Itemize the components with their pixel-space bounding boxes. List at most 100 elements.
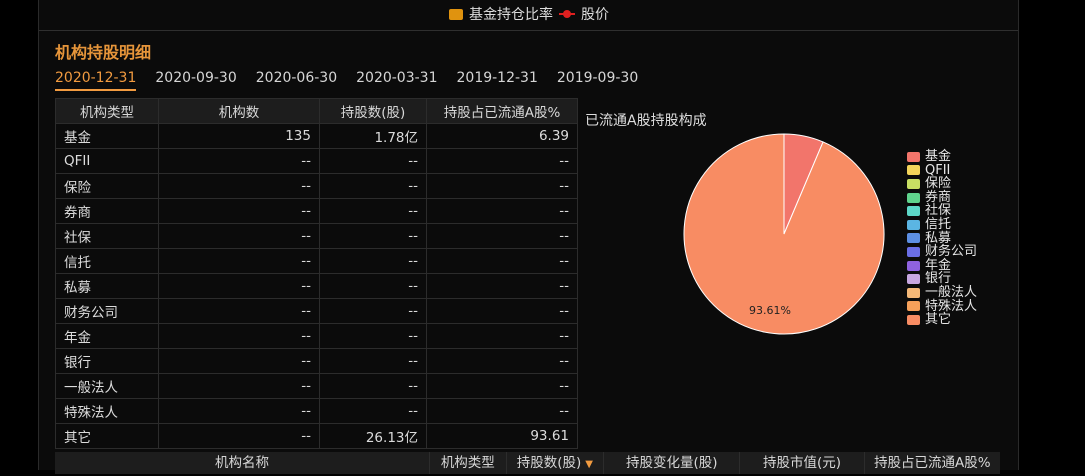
table-cell: -- (426, 248, 578, 274)
pie-legend-item[interactable]: 保险 (907, 177, 977, 191)
tab-date-4[interactable]: 2019-12-31 (457, 70, 538, 91)
date-tabs: 2020-12-31 2020-09-30 2020-06-30 2020-03… (55, 70, 638, 91)
tab-date-5[interactable]: 2019-09-30 (557, 70, 638, 91)
table-cell: -- (319, 198, 427, 224)
institution-table-body: 基金 135 1.78亿 6.39 QFII -- -- -- 保险 -- -- -- 券商 -- -- --… (55, 123, 578, 449)
pie-legend-item[interactable]: 其它 (907, 313, 977, 327)
table-cell: 一般法人 (55, 373, 159, 399)
pie-legend-label: 银行 (925, 271, 952, 287)
sort-down-icon[interactable]: ▼ (585, 459, 593, 470)
table-cell: -- (426, 373, 578, 399)
table-cell: -- (319, 173, 427, 199)
legend-swatch-icon (907, 314, 920, 325)
table-cell: -- (158, 398, 320, 424)
legend-swatch-icon (907, 206, 920, 217)
table-cell: -- (158, 148, 320, 174)
pie-legend-label: 年金 (925, 257, 952, 273)
table-cell: 26.13亿 (319, 423, 427, 449)
table-cell: -- (426, 398, 578, 424)
pie-legend-item[interactable]: 基金 (907, 150, 977, 164)
col-header-type: 机构类型 (55, 98, 159, 124)
table-row: 年金 -- -- -- (55, 323, 578, 349)
col-header-ratio: 持股占已流通A股% (426, 98, 578, 124)
col-header-holder-value: 持股市值(元) (740, 452, 865, 474)
main-panel: 基金持仓比率 股价 机构持股明细 2020-12-31 2020-09-30 2… (38, 0, 1019, 474)
table-cell: 93.61 (426, 423, 578, 449)
pie-legend-item[interactable]: 一般法人 (907, 286, 977, 300)
table-cell: -- (426, 323, 578, 349)
fund-ratio-swatch-icon (449, 8, 463, 20)
pie-data-label: 93.61% (749, 304, 791, 317)
pie-legend-item[interactable]: 银行 (907, 272, 977, 286)
table-cell: 社保 (55, 223, 159, 249)
pie-legend-label: 保险 (925, 176, 952, 192)
table-cell: -- (158, 423, 320, 449)
table-row: 银行 -- -- -- (55, 348, 578, 374)
table-cell: -- (426, 298, 578, 324)
table-cell: 信托 (55, 248, 159, 274)
col-header-shares: 持股数(股) (319, 98, 427, 124)
col-header-holder-name: 机构名称 (55, 452, 431, 474)
table-cell: -- (158, 248, 320, 274)
holding-pie-chart: 93.61% (683, 133, 885, 335)
table-cell: 财务公司 (55, 298, 159, 324)
col-header-count: 机构数 (158, 98, 320, 124)
table-cell: 135 (158, 123, 320, 149)
table-row: 一般法人 -- -- -- (55, 373, 578, 399)
price-legend-label[interactable]: 股价 (581, 4, 609, 24)
institution-table: 机构类型 机构数 持股数(股) 持股占已流通A股% 基金 135 1.78亿 6.39… (55, 98, 578, 449)
tab-date-1[interactable]: 2020-09-30 (155, 70, 236, 91)
fund-ratio-legend-label[interactable]: 基金持仓比率 (469, 4, 553, 24)
col-header-holder-type: 机构类型 (430, 452, 507, 474)
table-row: 其它 -- 26.13亿 93.61 (55, 423, 578, 449)
legend-swatch-icon (907, 151, 920, 162)
pie-legend-item[interactable]: QFII (907, 163, 977, 178)
pie-legend-label: 财务公司 (925, 244, 978, 260)
table-cell: 特殊法人 (55, 398, 159, 424)
tab-date-3[interactable]: 2020-03-31 (356, 70, 437, 91)
pie-legend-label: 其它 (925, 312, 952, 328)
tab-date-2[interactable]: 2020-06-30 (256, 70, 337, 91)
legend-swatch-icon (907, 233, 920, 244)
table-cell: 1.78亿 (319, 123, 427, 149)
table-cell: 其它 (55, 423, 159, 449)
table-row: 基金 135 1.78亿 6.39 (55, 123, 578, 149)
pie-legend-item[interactable]: 财务公司 (907, 245, 977, 259)
top-legend: 基金持仓比率 股价 (449, 4, 609, 24)
pie-legend-label: 社保 (925, 203, 952, 219)
table-cell: -- (426, 173, 578, 199)
table-row: 社保 -- -- -- (55, 223, 578, 249)
pie-legend-label: 信托 (925, 216, 952, 232)
legend-swatch-icon (907, 274, 920, 285)
table-cell: -- (319, 398, 427, 424)
table-cell: -- (426, 223, 578, 249)
col-header-holder-shares[interactable]: 持股数(股) ▼ (507, 452, 605, 474)
table-cell: -- (158, 298, 320, 324)
holder-table-header: 机构名称 机构类型 持股数(股) ▼ 持股变化量(股) 持股市值(元) 持股占已流… (55, 452, 1000, 474)
table-cell: -- (319, 148, 427, 174)
table-cell: 基金 (55, 123, 159, 149)
table-cell: -- (158, 223, 320, 249)
pie-legend-item[interactable]: 社保 (907, 204, 977, 218)
pie-legend-item[interactable]: 信托 (907, 218, 977, 232)
legend-swatch-icon (907, 246, 920, 257)
legend-swatch-icon (907, 301, 920, 312)
pie-legend-item[interactable]: 年金 (907, 259, 977, 273)
chart-legend-bar: 基金持仓比率 股价 (39, 0, 1018, 31)
legend-swatch-icon (907, 287, 920, 298)
table-row: 财务公司 -- -- -- (55, 298, 578, 324)
col-header-holder-change: 持股变化量(股) (604, 452, 741, 474)
pie-legend-label: 一般法人 (925, 284, 978, 300)
tab-date-0[interactable]: 2020-12-31 (55, 70, 137, 91)
table-row: 券商 -- -- -- (55, 198, 578, 224)
table-cell: 6.39 (426, 123, 578, 149)
table-row: 保险 -- -- -- (55, 173, 578, 199)
table-cell: 券商 (55, 198, 159, 224)
table-cell: -- (158, 373, 320, 399)
table-cell: -- (319, 273, 427, 299)
legend-swatch-icon (907, 219, 920, 230)
pie-legend-label: 基金 (925, 149, 952, 164)
table-cell: -- (319, 323, 427, 349)
table-row: QFII -- -- -- (55, 148, 578, 174)
table-cell: -- (319, 248, 427, 274)
